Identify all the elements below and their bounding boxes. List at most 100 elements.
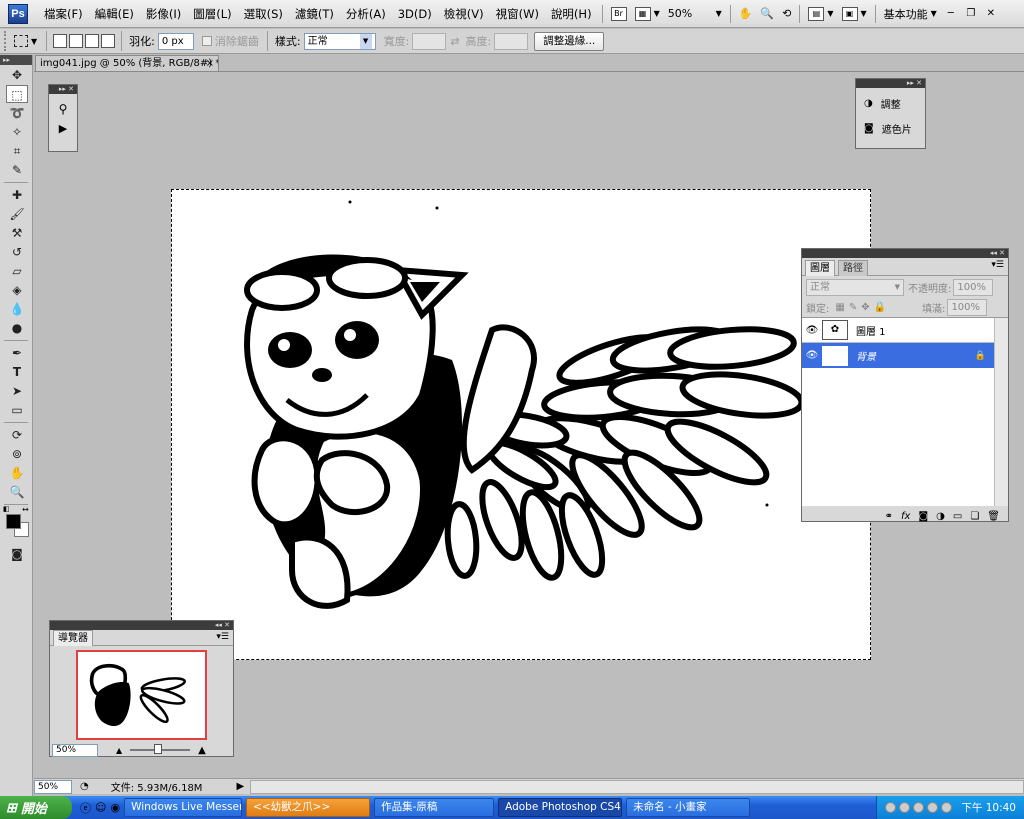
ie-icon[interactable]: ⓔ (80, 800, 91, 816)
panel-title-bar[interactable]: ◂◂ ✕ (50, 621, 233, 630)
task-photoshop[interactable]: Adobe Photoshop CS4... (498, 798, 623, 817)
3d-rotate-tool-icon[interactable]: ⟳ (6, 426, 28, 444)
lock-transparent-icon[interactable]: ▦ (835, 302, 844, 313)
tab-paths[interactable]: 路徑 (838, 260, 868, 276)
close-button[interactable]: ✕ (983, 7, 999, 21)
restore-button[interactable]: ❐ (963, 7, 979, 21)
navigator-zoom-slider[interactable] (130, 744, 191, 754)
trash-icon[interactable]: 🗑 (987, 511, 1000, 522)
menu-analysis[interactable]: 分析(A) (340, 0, 392, 28)
shape-tool-icon[interactable]: ▭ (6, 401, 28, 419)
history-brush-tool-icon[interactable]: ↺ (6, 243, 28, 261)
opacity-input[interactable]: 100% (953, 278, 994, 296)
swap-colors-icon[interactable]: ↔ (22, 505, 29, 514)
photoshop-logo-icon[interactable]: Ps (8, 3, 28, 24)
lasso-tool-icon[interactable]: ➰ (6, 104, 28, 122)
menu-image[interactable]: 影像(I) (140, 0, 187, 28)
lock-pixels-icon[interactable]: ✎ (849, 302, 857, 313)
zoom-out-icon[interactable]: ▲ (116, 746, 122, 755)
move-tool-icon[interactable]: ✥ (6, 66, 28, 84)
3d-orbit-tool-icon[interactable]: ⊚ (6, 445, 28, 463)
document-tab[interactable]: img041.jpg @ 50% (背景, RGB/8#) * × (35, 55, 219, 71)
clock[interactable]: 下午 10:40 (961, 800, 1016, 815)
extras-button[interactable]: ▦ ▼ (631, 4, 664, 24)
menu-select[interactable]: 選取(S) (238, 0, 289, 28)
tab-layers[interactable]: 圖層 (805, 260, 835, 276)
feather-input[interactable]: 0 px (157, 32, 194, 50)
link-layers-icon[interactable]: ⚭ (885, 511, 893, 522)
hand-tool-icon[interactable]: ✋ (6, 464, 28, 482)
rotate-view-button[interactable]: ⟲ (778, 4, 795, 24)
fill-input[interactable]: 100% (947, 299, 988, 316)
status-menu-arrow-icon[interactable]: ▶ (236, 781, 244, 792)
navigator-zoom-input[interactable]: 50% (52, 743, 98, 757)
arrange-documents-button[interactable]: ▤ ▼ (804, 4, 837, 24)
menu-help[interactable]: 說明(H) (545, 0, 598, 28)
quicklaunch-icon[interactable]: ☺ (95, 801, 106, 814)
menu-filter[interactable]: 濾鏡(T) (289, 0, 340, 28)
subtract-from-selection-icon[interactable] (85, 34, 100, 48)
eye-icon[interactable]: 👁 (802, 325, 822, 336)
magic-wand-tool-icon[interactable]: ✧ (6, 123, 28, 141)
masks-button[interactable]: ◙ 遮色片 (864, 121, 925, 136)
style-select[interactable]: 正常 ▼ (303, 32, 376, 50)
quicklaunch-icon-2[interactable]: ◉ (110, 801, 120, 814)
layers-scrollbar[interactable] (994, 318, 1008, 506)
menu-view[interactable]: 檢視(V) (438, 0, 490, 28)
swap-dimensions-icon[interactable]: ⇄ (450, 35, 459, 48)
new-layer-icon[interactable]: ❏ (970, 511, 979, 522)
task-windows-live-messenger[interactable]: Windows Live Messen... (124, 798, 243, 817)
blur-tool-icon[interactable]: 💧 (6, 300, 28, 318)
tray-network-icon[interactable] (885, 802, 897, 813)
tray-volume-icon[interactable] (899, 802, 911, 813)
slider-thumb[interactable] (154, 744, 163, 754)
task-paint[interactable]: 未命名 - 小畫家 (626, 798, 751, 817)
rectangular-marquee-tool-icon[interactable]: ⬚ (6, 85, 28, 103)
actions-icon[interactable]: ▶ (49, 122, 77, 135)
status-zoom-input[interactable]: 50% (34, 779, 72, 794)
menu-edit[interactable]: 編輯(E) (89, 0, 140, 28)
antialias-checkbox[interactable] (201, 36, 212, 46)
clone-stamp-tool-icon[interactable]: ⚒ (6, 224, 28, 242)
panel-menu-icon[interactable]: ▾☰ (991, 260, 1004, 270)
zoom-tool-icon[interactable]: 🔍 (6, 483, 28, 501)
layer-mask-icon[interactable]: ◙ (918, 511, 928, 522)
document-size-info[interactable]: 文件: 5.93M/6.18M (111, 779, 203, 794)
menu-3d[interactable]: 3D(D) (392, 0, 438, 28)
dodge-tool-icon[interactable]: ● (6, 319, 28, 337)
path-selection-tool-icon[interactable]: ➤ (6, 382, 28, 400)
minimize-button[interactable]: ─ (943, 7, 959, 21)
intersect-selection-icon[interactable] (101, 34, 116, 48)
menu-layer[interactable]: 圖層(L) (187, 0, 237, 28)
start-button[interactable]: ⊞ 開始 (0, 796, 72, 819)
screen-mode-button[interactable]: ▣ ▼ (838, 4, 871, 24)
pen-tool-icon[interactable]: ✒ (6, 344, 28, 362)
menu-window[interactable]: 視窗(W) (490, 0, 545, 28)
panel-title-bar[interactable]: ◂◂ ✕ (802, 249, 1008, 258)
bridge-button[interactable]: Br (607, 4, 631, 24)
eye-icon[interactable]: 👁 (802, 350, 822, 361)
quick-mask-icon[interactable]: ◙ (6, 545, 28, 563)
tab-navigator[interactable]: 導覽器 (53, 630, 93, 646)
lock-all-icon[interactable]: 🔒 (874, 302, 886, 313)
type-tool-icon[interactable]: T (6, 363, 28, 381)
tools-panel-grip[interactable]: ▸▸ (0, 55, 32, 65)
zoom-level-dropdown[interactable]: 50% ▼ (664, 4, 726, 24)
paint-bucket-tool-icon[interactable]: ◈ (6, 281, 28, 299)
blend-mode-select[interactable]: 正常 ▼ (806, 278, 904, 296)
width-input[interactable] (412, 32, 447, 50)
panel-title-bar[interactable]: ▸▸ ✕ (49, 85, 77, 94)
foreground-color-swatch[interactable] (6, 514, 21, 529)
task-folder[interactable]: 作品集-原稿 (374, 798, 495, 817)
close-icon[interactable]: × (206, 56, 214, 71)
healing-brush-tool-icon[interactable]: ✚ (6, 186, 28, 204)
task-browser[interactable]: <<幼獸之爪>> (246, 798, 371, 817)
menu-file[interactable]: 檔案(F) (38, 0, 89, 28)
hand-tool-button[interactable]: ✋ (735, 4, 757, 24)
tray-messenger-icon[interactable] (927, 802, 939, 813)
height-input[interactable] (494, 32, 529, 50)
crop-tool-icon[interactable]: ⌗ (6, 142, 28, 160)
workspace-dropdown[interactable]: 基本功能 ▼ (880, 4, 941, 24)
horizontal-scrollbar[interactable] (250, 779, 1024, 794)
lock-position-icon[interactable]: ✥ (861, 302, 869, 313)
